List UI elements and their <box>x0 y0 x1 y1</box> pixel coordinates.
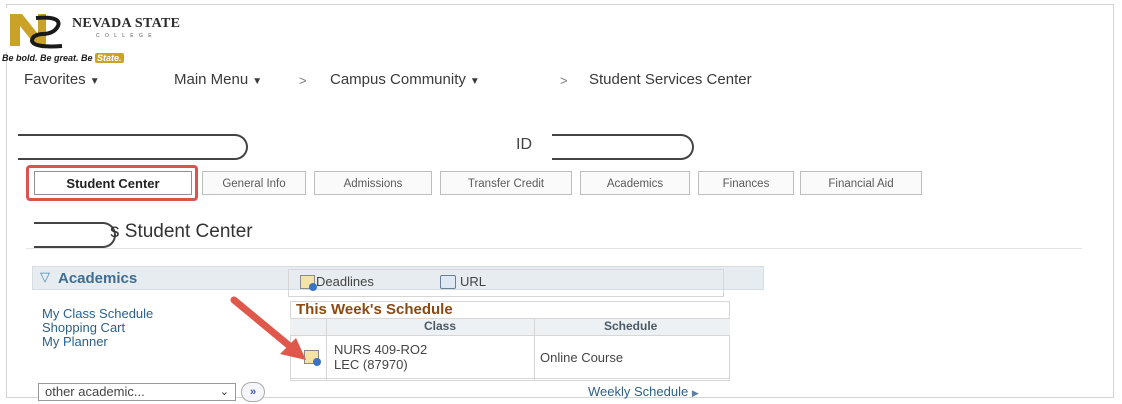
favorites-caret-icon: ▼ <box>89 76 100 87</box>
tab-finances[interactable]: Finances <box>698 171 794 195</box>
class-code: NURS 409-RO2 <box>334 342 428 357</box>
column-divider <box>534 318 535 380</box>
weekly-schedule-link[interactable]: Weekly Schedule ▶ <box>588 384 699 399</box>
logo-subtitle: C O L L E G E <box>96 33 154 39</box>
main-menu-label: Main Menu <box>174 71 249 88</box>
tab-academics[interactable]: Academics <box>580 171 690 195</box>
row-divider <box>290 378 730 379</box>
go-button[interactable]: » <box>241 382 265 402</box>
academics-title: Academics <box>58 270 138 287</box>
campus-community-label: Campus Community <box>330 71 466 88</box>
column-header-schedule: Schedule <box>604 319 658 333</box>
my-planner-link[interactable]: My Planner <box>42 334 108 349</box>
shopping-cart-link[interactable]: Shopping Cart <box>42 320 125 335</box>
my-class-schedule-link[interactable]: My Class Schedule <box>42 306 153 321</box>
student-name-field <box>18 134 248 160</box>
tagline-text: Be bold. Be great. Be <box>2 53 96 63</box>
column-header-class: Class <box>424 319 457 333</box>
student-id-field <box>552 134 694 160</box>
play-triangle-icon: ▶ <box>691 388 699 398</box>
tagline: Be bold. Be great. Be State. <box>2 53 124 63</box>
logo-icon <box>6 8 66 52</box>
main-menu[interactable]: Main Menu ▼ <box>174 71 262 88</box>
tab-admissions[interactable]: Admissions <box>314 171 432 195</box>
url-icon[interactable] <box>440 275 456 289</box>
breadcrumb-separator-icon: > <box>560 73 568 88</box>
weekly-schedule-label: Weekly Schedule <box>588 384 689 399</box>
tagline-highlight: State. <box>95 53 124 63</box>
campus-community-menu[interactable]: Campus Community ▼ <box>330 71 480 88</box>
chevron-down-icon: ⌄ <box>219 386 229 398</box>
collapse-triangle-icon[interactable]: ▽ <box>40 269 50 285</box>
tab-transfer-credit[interactable]: Transfer Credit <box>440 171 572 195</box>
tab-financial-aid[interactable]: Financial Aid <box>800 171 922 195</box>
favorites-label: Favorites <box>24 71 86 88</box>
favorites-menu[interactable]: Favorites ▼ <box>24 71 100 88</box>
student-name-redacted <box>34 222 116 248</box>
deadlines-link[interactable]: Deadlines <box>316 274 374 289</box>
deadlines-icon[interactable] <box>300 275 317 291</box>
main-menu-caret-icon: ▼ <box>252 76 263 87</box>
divider <box>26 248 1082 249</box>
page-title: s Student Center <box>110 221 253 242</box>
other-academic-select[interactable]: other academic... ⌄ <box>38 383 236 401</box>
url-link[interactable]: URL <box>460 274 486 289</box>
class-schedule: Online Course <box>540 350 624 365</box>
logo-name: NEVADA STATE <box>72 16 181 31</box>
id-label: ID <box>516 136 532 153</box>
tab-general-info[interactable]: General Info <box>202 171 306 195</box>
student-center-highlight <box>26 165 198 201</box>
breadcrumb-separator-icon: > <box>299 73 307 88</box>
select-value: other academic... <box>45 384 145 399</box>
campus-community-caret-icon: ▼ <box>469 76 480 87</box>
schedule-table-header <box>290 318 730 336</box>
class-section: LEC (87970) <box>334 357 408 372</box>
column-divider <box>326 318 327 380</box>
breadcrumb-current: Student Services Center <box>589 71 752 88</box>
annotation-arrow-icon <box>230 296 306 360</box>
